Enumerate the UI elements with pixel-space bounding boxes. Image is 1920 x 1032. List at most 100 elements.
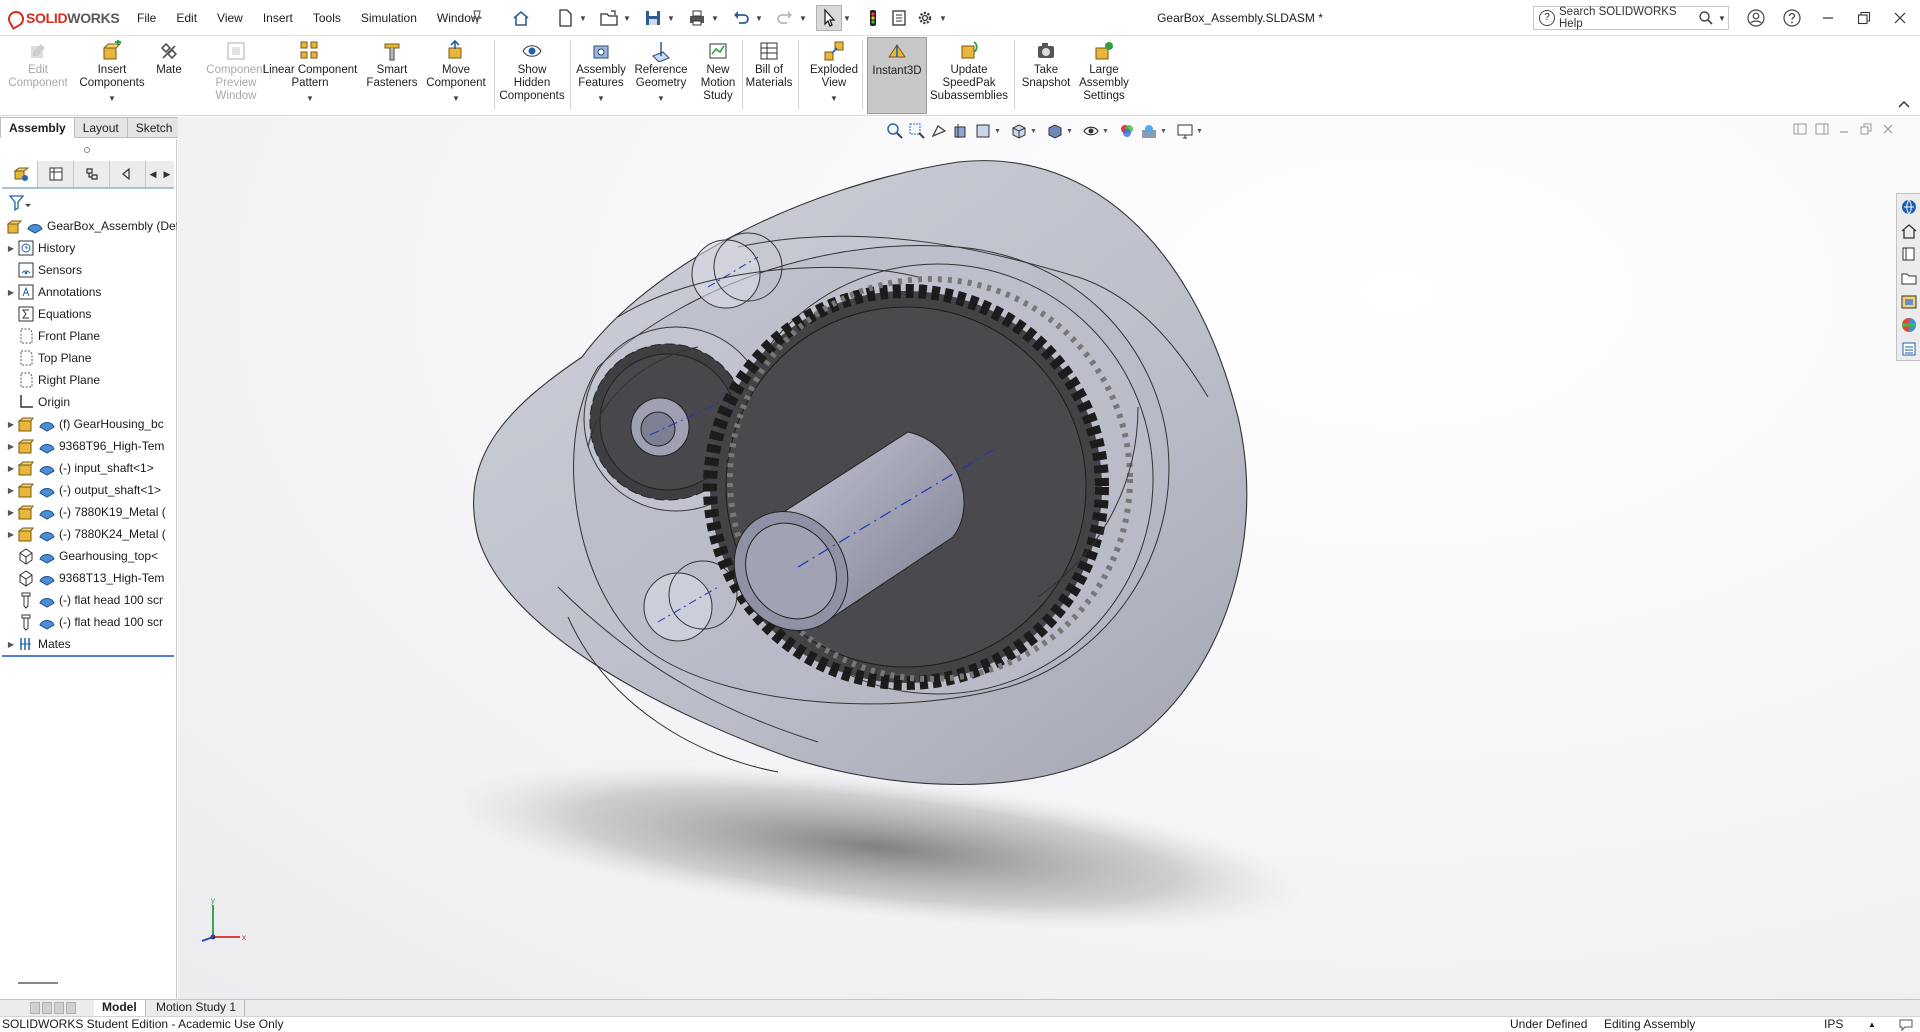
solidworks-logo[interactable]: SOLIDWORKS [6, 8, 120, 28]
home-task-pane-icon[interactable] [1898, 220, 1920, 242]
expand-arrow-icon[interactable]: ▶ [5, 244, 17, 253]
open-dropdown[interactable]: ▼ [622, 5, 632, 31]
tree-item[interactable]: (-) flat head 100 scr [0, 611, 177, 633]
reference-geometry-button[interactable]: Reference Geometry ▼ [632, 40, 690, 105]
expand-arrow-icon[interactable]: ▶ [5, 530, 17, 539]
dimxpert-tab-icon[interactable] [110, 161, 146, 187]
home-dropdown[interactable] [534, 5, 544, 31]
tree-item[interactable]: Gearhousing_top< [0, 545, 177, 567]
expand-arrow-icon[interactable]: ▶ [5, 640, 17, 649]
help-icon[interactable] [1774, 0, 1810, 36]
graphics-area[interactable]: ▼ ▼ ▼ ▼ ▼ ▼ y x [178, 117, 1920, 999]
viewport-minimize-icon[interactable] [1834, 120, 1854, 138]
save-icon[interactable] [640, 5, 666, 31]
file-explorer-icon[interactable] [1898, 267, 1920, 289]
edit-appearance-icon[interactable] [1116, 120, 1138, 142]
menu-simulation[interactable]: Simulation [361, 11, 417, 25]
tree-item[interactable]: ▶ (f) GearHousing_bc [0, 413, 177, 435]
appearances-scenes-icon[interactable] [1898, 315, 1920, 337]
tree-item[interactable]: ▶ (-) 7880K19_Metal ( [0, 501, 177, 523]
expand-arrow-icon[interactable]: ▶ [5, 464, 17, 473]
view-settings-dropdown[interactable]: ▼ [1196, 128, 1204, 135]
exploded-view-dropdown-icon[interactable]: ▼ [830, 92, 838, 105]
view-orientation-icon[interactable] [1008, 120, 1030, 142]
property-manager-tab-icon[interactable] [38, 161, 74, 187]
undo-icon[interactable] [728, 5, 754, 31]
tree-item[interactable]: ▶ 9368T96_High-Tem [0, 435, 177, 457]
view-orientation-dropdown[interactable]: ▼ [1030, 128, 1038, 135]
tree-item[interactable]: GearBox_Assembly (Def [0, 215, 177, 237]
insert-components-dropdown-icon[interactable]: ▼ [108, 92, 116, 105]
tab-motion-study-1[interactable]: Motion Study 1 [148, 1000, 246, 1016]
new-motion-study-button[interactable]: New Motion Study [696, 40, 740, 103]
insert-components-button[interactable]: Insert Components ▼ [76, 40, 148, 105]
panel-horizontal-scrollbar[interactable] [18, 982, 58, 984]
menu-file[interactable]: File [137, 11, 156, 25]
tree-item[interactable]: ▶ (-) input_shaft<1> [0, 457, 177, 479]
panel-grip-handle[interactable] [84, 147, 90, 153]
hide-show-items-icon[interactable] [1080, 120, 1102, 142]
file-properties-icon[interactable] [886, 5, 912, 31]
tree-item[interactable]: ▶ History [0, 237, 177, 259]
tree-item[interactable]: (-) flat head 100 scr [0, 589, 177, 611]
status-units[interactable]: IPS [1824, 1017, 1843, 1032]
expand-arrow-icon[interactable]: ▶ [5, 420, 17, 429]
tree-item[interactable]: ▶ (-) output_shaft<1> [0, 479, 177, 501]
viewport-tile-left-icon[interactable] [1790, 120, 1810, 138]
move-component-dropdown-icon[interactable]: ▼ [452, 92, 460, 105]
print-icon[interactable] [684, 5, 710, 31]
display-style-dropdown[interactable]: ▼ [1066, 128, 1074, 135]
menu-edit[interactable]: Edit [176, 11, 197, 25]
bill-of-materials-button[interactable]: Bill of Materials [746, 40, 792, 90]
tree-item[interactable]: Right Plane [0, 369, 177, 391]
collapse-command-manager-icon[interactable] [1896, 96, 1912, 112]
units-up-icon[interactable]: ▲ [1868, 1017, 1876, 1032]
expand-arrow-icon[interactable]: ▶ [5, 508, 17, 517]
new-dropdown[interactable]: ▼ [578, 5, 588, 31]
tree-filter-icon[interactable] [8, 194, 32, 212]
design-library-icon[interactable] [1898, 243, 1920, 265]
tab-model[interactable]: Model [94, 1000, 146, 1016]
tab-assembly[interactable]: Assembly [0, 117, 75, 138]
restore-icon[interactable] [1846, 0, 1882, 36]
section-view-icon[interactable] [950, 120, 972, 142]
large-assembly-settings-button[interactable]: Large Assembly Settings [1076, 40, 1132, 103]
instant3d-button[interactable]: Instant3D [867, 37, 927, 114]
update-speedpak-button[interactable]: Update SpeedPak Subassemblies [928, 40, 1010, 103]
tab-last-icon[interactable] [66, 1002, 76, 1014]
user-account-icon[interactable] [1738, 0, 1774, 36]
expand-arrow-icon[interactable]: ▶ [5, 486, 17, 495]
select-dropdown[interactable]: ▼ [842, 5, 852, 31]
apply-scene-dropdown[interactable]: ▼ [1160, 128, 1168, 135]
tree-item[interactable]: ▶ (-) 7880K24_Metal ( [0, 523, 177, 545]
move-component-button[interactable]: Move Component ▼ [424, 40, 488, 105]
assembly-features-dropdown-icon[interactable]: ▼ [597, 92, 605, 105]
tooltip-bubble-icon[interactable] [1898, 1018, 1914, 1032]
exploded-view-button[interactable]: Exploded View ▼ [802, 40, 866, 105]
gearbox-3d-model[interactable] [178, 117, 1920, 999]
undo-dropdown[interactable]: ▼ [754, 5, 764, 31]
open-folder-icon[interactable] [596, 5, 622, 31]
home-icon[interactable] [508, 5, 534, 31]
show-hidden-components-button[interactable]: Show Hidden Components [498, 40, 566, 103]
save-dropdown[interactable]: ▼ [666, 5, 676, 31]
new-document-icon[interactable] [552, 5, 578, 31]
apply-scene-icon[interactable] [1138, 120, 1160, 142]
search-dropdown[interactable]: ▼ [1718, 14, 1728, 23]
tree-item[interactable]: ▶ Mates [0, 633, 177, 655]
hide-show-dropdown[interactable]: ▼ [1102, 128, 1110, 135]
search-icon[interactable] [1698, 10, 1714, 26]
close-icon[interactable] [1882, 0, 1918, 36]
search-input[interactable]: Search SOLIDWORKS Help [1559, 6, 1698, 30]
custom-properties-icon[interactable] [1898, 338, 1920, 360]
options-dropdown[interactable]: ▼ [938, 5, 948, 31]
smart-fasteners-button[interactable]: Smart Fasteners [364, 40, 420, 90]
rebuild-traffic-light-icon[interactable] [860, 5, 886, 31]
feature-manager-tab-icon[interactable] [2, 161, 38, 187]
tab-first-icon[interactable] [30, 1002, 40, 1014]
viewport-close-icon[interactable] [1878, 120, 1898, 138]
print-dropdown[interactable]: ▼ [710, 5, 720, 31]
view-settings-icon[interactable] [1174, 120, 1196, 142]
linear-component-pattern-dropdown-icon[interactable]: ▼ [306, 92, 314, 105]
pin-menu-icon[interactable] [470, 9, 484, 25]
